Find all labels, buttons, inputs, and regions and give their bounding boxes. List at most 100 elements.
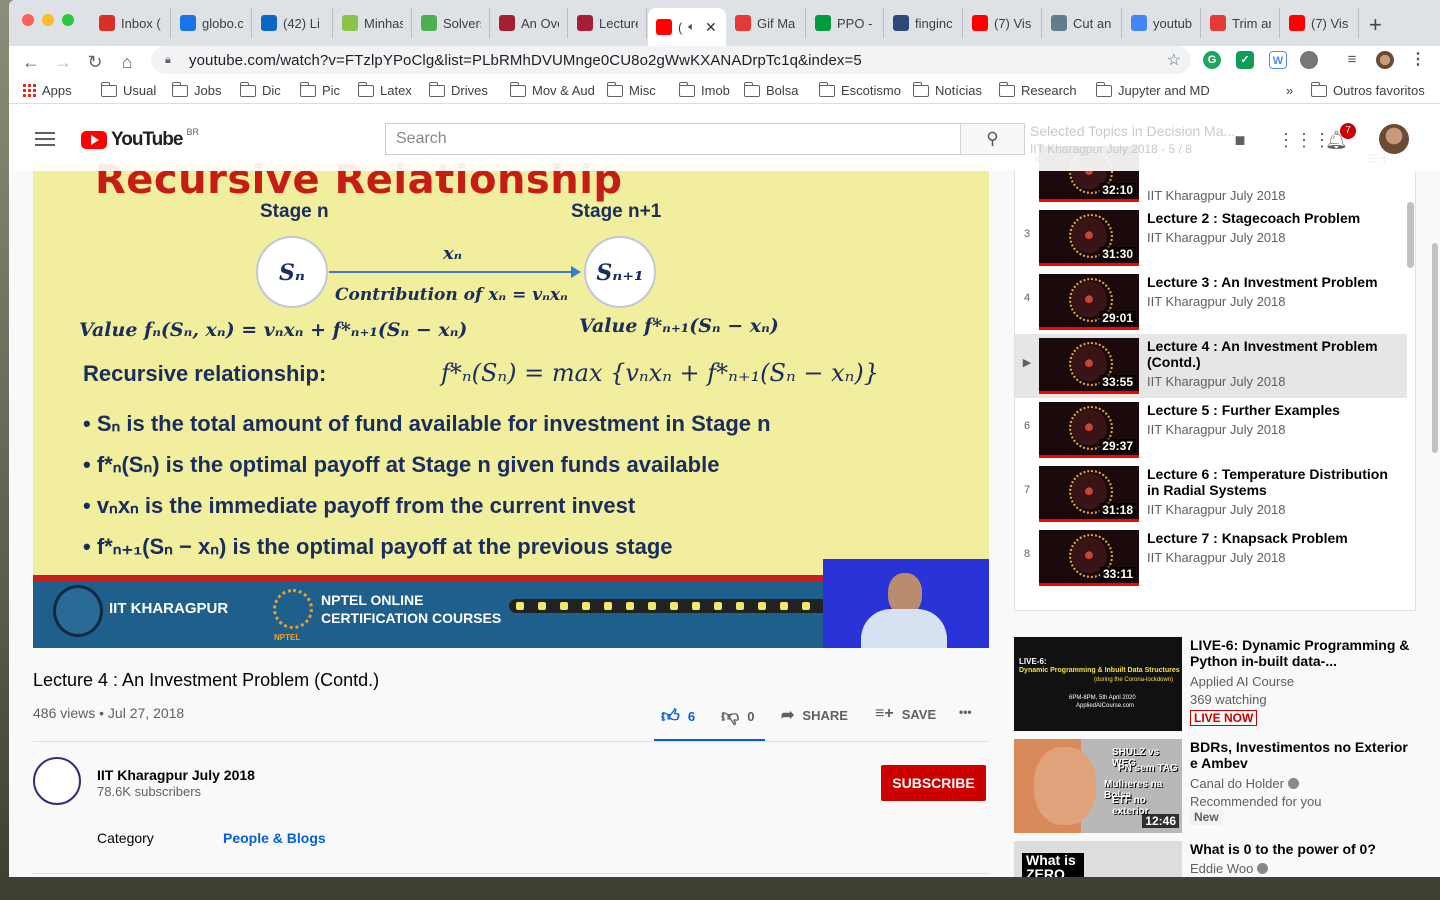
recommendation-channel[interactable]: Eddie Woo (1190, 861, 1269, 876)
playlist-item[interactable]: 4 29:01 Lecture 3 : An Investment Problem I… (1015, 270, 1407, 334)
video-player[interactable]: Recursive Relationship Stage n Stage n+1… (33, 163, 989, 648)
profile-avatar-icon[interactable] (1376, 51, 1394, 69)
reload-icon[interactable]: ↻ (83, 50, 107, 74)
bookmark-folder[interactable]: Imob (678, 81, 730, 98)
maximize-window-button[interactable] (62, 14, 74, 26)
chrome-menu-icon[interactable]: ⋮ (1409, 51, 1427, 69)
playlist-thumbnail[interactable]: 33:11 (1039, 530, 1139, 586)
browser-tab[interactable]: (7) Vis (1281, 8, 1359, 38)
recommendation-thumbnail[interactable]: LIVE-6: Dynamic Programming & Inbuilt Da… (1014, 637, 1182, 731)
recommendation-title[interactable]: What is 0 to the power of 0? (1190, 841, 1410, 857)
browser-tab[interactable]: youtub (1123, 8, 1201, 38)
category-link[interactable]: People & Blogs (223, 830, 326, 846)
word-extension-icon[interactable]: W (1269, 51, 1287, 69)
browser-tab[interactable]: globo.c (172, 8, 252, 38)
browser-tab[interactable]: An Ove (491, 8, 568, 38)
browser-tab[interactable]: Solvers (413, 8, 490, 38)
recommendation-title[interactable]: LIVE-6: Dynamic Programming & Python in-… (1190, 637, 1410, 669)
playlist-item[interactable]: 7 31:18 Lecture 6 : Temperature Distributi… (1015, 462, 1407, 526)
search-icon[interactable]: ⚲ (960, 123, 1025, 155)
bookmark-folder[interactable]: Escotismo (818, 81, 901, 98)
bookmark-label: Apps (42, 83, 72, 98)
playlist-item-title: Lecture 2 : Stagecoach Problem (1147, 210, 1361, 226)
playlist-item[interactable]: ▶ 33:55 Lecture 4 : An Investment Problem … (1015, 334, 1407, 398)
youtube-logo[interactable]: YouTube BR (81, 127, 199, 151)
forward-icon[interactable]: → (51, 50, 75, 74)
bookmark-label: Jupyter and MD (1118, 83, 1210, 98)
bookmark-folder[interactable]: Research (998, 81, 1077, 98)
bookmark-folder[interactable]: Jobs (171, 81, 221, 98)
playlist-item-channel: IIT Kharagpur July 2018 (1147, 502, 1286, 517)
recommendation-item[interactable]: What is ZERO What is 0 to the power of 0… (1014, 841, 1434, 877)
bookmark-folder[interactable]: Mov & Aud (509, 81, 595, 98)
recommendation-channel[interactable]: Canal do Holder (1190, 776, 1299, 791)
evernote-extension-icon[interactable]: ✓ (1236, 51, 1254, 69)
bookmark-folder[interactable]: Latex (357, 81, 412, 98)
media-control-icon[interactable]: ≡ (1343, 51, 1361, 69)
minimize-window-button[interactable] (42, 14, 54, 26)
recommendation-item[interactable]: LIVE-6: Dynamic Programming & Inbuilt Da… (1014, 637, 1434, 733)
bookmark-folder[interactable]: Bolsa (743, 81, 799, 98)
browser-tab[interactable]: Lecture (569, 8, 647, 38)
bookmark-folder[interactable]: Misc (606, 81, 656, 98)
like-button[interactable]: 👍︎ 6 (661, 705, 695, 727)
browser-tab[interactable]: Inbox ( (91, 8, 171, 38)
playlist-thumbnail[interactable]: 31:30 (1039, 210, 1139, 266)
grammarly-extension-icon[interactable]: G (1203, 51, 1221, 69)
speaker-icon[interactable]: 🔈︎ (688, 21, 695, 34)
share-button[interactable]: ➦ SHARE (781, 705, 848, 725)
playlist-thumbnail[interactable]: 33:55 (1039, 338, 1139, 394)
address-bar[interactable]: 🔒︎ youtube.com/watch?v=FTzlpYPoClg&list=… (151, 46, 1191, 74)
browser-tab[interactable]: (42) Li (253, 8, 333, 38)
playlist-scrollbar[interactable] (1407, 202, 1414, 268)
recommendation-item[interactable]: SHULZ vs WEG PN sem TAG Mulheres na Bols… (1014, 739, 1434, 835)
channel-avatar[interactable] (33, 757, 81, 805)
channel-name[interactable]: IIT Kharagpur July 2018 (97, 767, 255, 783)
circle-extension-icon[interactable] (1300, 51, 1318, 69)
browser-tab[interactable]: (7) Vis (964, 8, 1042, 38)
bookmark-folder[interactable]: Usual (100, 81, 156, 98)
browser-tab[interactable]: finginc (885, 8, 963, 38)
bookmark-folder[interactable]: Jupyter and MD (1095, 81, 1210, 98)
back-icon[interactable]: ← (19, 50, 43, 74)
page-scrollbar[interactable] (1432, 243, 1438, 453)
browser-tab[interactable]: Gif Ma (727, 8, 806, 38)
recommendation-thumbnail[interactable]: What is ZERO (1014, 841, 1182, 877)
recommendation-thumbnail[interactable]: SHULZ vs WEG PN sem TAG Mulheres na Bols… (1014, 739, 1182, 833)
home-icon[interactable]: ⌂ (115, 50, 139, 74)
account-avatar[interactable] (1379, 124, 1409, 154)
dislike-button[interactable]: 👎︎ 0 (721, 705, 755, 727)
save-button[interactable]: ≡+ SAVE (875, 705, 936, 723)
playlist-item[interactable]: 8 33:11 Lecture 7 : Knapsack Problem IIT Kh… (1015, 526, 1407, 590)
tab-title: Cut an (1073, 15, 1112, 31)
bookmarks-overflow-button[interactable]: » (1286, 83, 1293, 98)
recommendation-title[interactable]: BDRs, Investimentos no Exterior e Ambev (1190, 739, 1410, 771)
close-window-button[interactable] (22, 14, 34, 26)
playlist-thumbnail[interactable]: 29:01 (1039, 274, 1139, 330)
search-input[interactable]: Search (385, 123, 961, 155)
playlist-item[interactable]: 6 29:37 Lecture 5 : Further Examples IIT Kh… (1015, 398, 1407, 462)
recommendation-channel[interactable]: Applied AI Course (1190, 674, 1294, 689)
browser-tab[interactable]: Cut an (1043, 8, 1122, 38)
playlist-item[interactable]: 3 31:30 Lecture 2 : Stagecoach Problem IIT … (1015, 206, 1407, 270)
bookmark-folder[interactable]: Pic (299, 81, 341, 98)
more-actions-icon[interactable]: ••• (959, 705, 972, 719)
apps-icon[interactable]: ⋮⋮⋮ (1277, 129, 1331, 151)
menu-icon[interactable] (35, 132, 55, 150)
browser-tab[interactable]: Trim ar (1202, 8, 1280, 38)
bookmark-star-icon[interactable]: ☆ (1167, 50, 1181, 70)
close-tab-icon[interactable]: ✕ (705, 19, 717, 36)
subscribe-button[interactable]: SUBSCRIBE (881, 765, 986, 801)
browser-tab[interactable]: (🔈︎ ✕ (648, 8, 726, 46)
playlist-thumbnail[interactable]: 29:37 (1039, 402, 1139, 458)
playlist-thumbnail[interactable]: 31:18 (1039, 466, 1139, 522)
bookmark-apps[interactable]: Apps (23, 83, 72, 98)
bookmark-folder[interactable]: Drives (428, 81, 488, 98)
bookmark-folder[interactable]: Dic (239, 81, 281, 98)
browser-tab[interactable]: Minhas (334, 8, 412, 38)
bookmark-other[interactable]: Outros favoritos (1310, 81, 1425, 98)
bookmark-label: Pic (322, 83, 341, 98)
bookmark-folder[interactable]: Notícias (912, 81, 982, 98)
browser-tab[interactable]: PPO - (807, 8, 884, 38)
new-tab-button[interactable]: + (1369, 12, 1382, 38)
